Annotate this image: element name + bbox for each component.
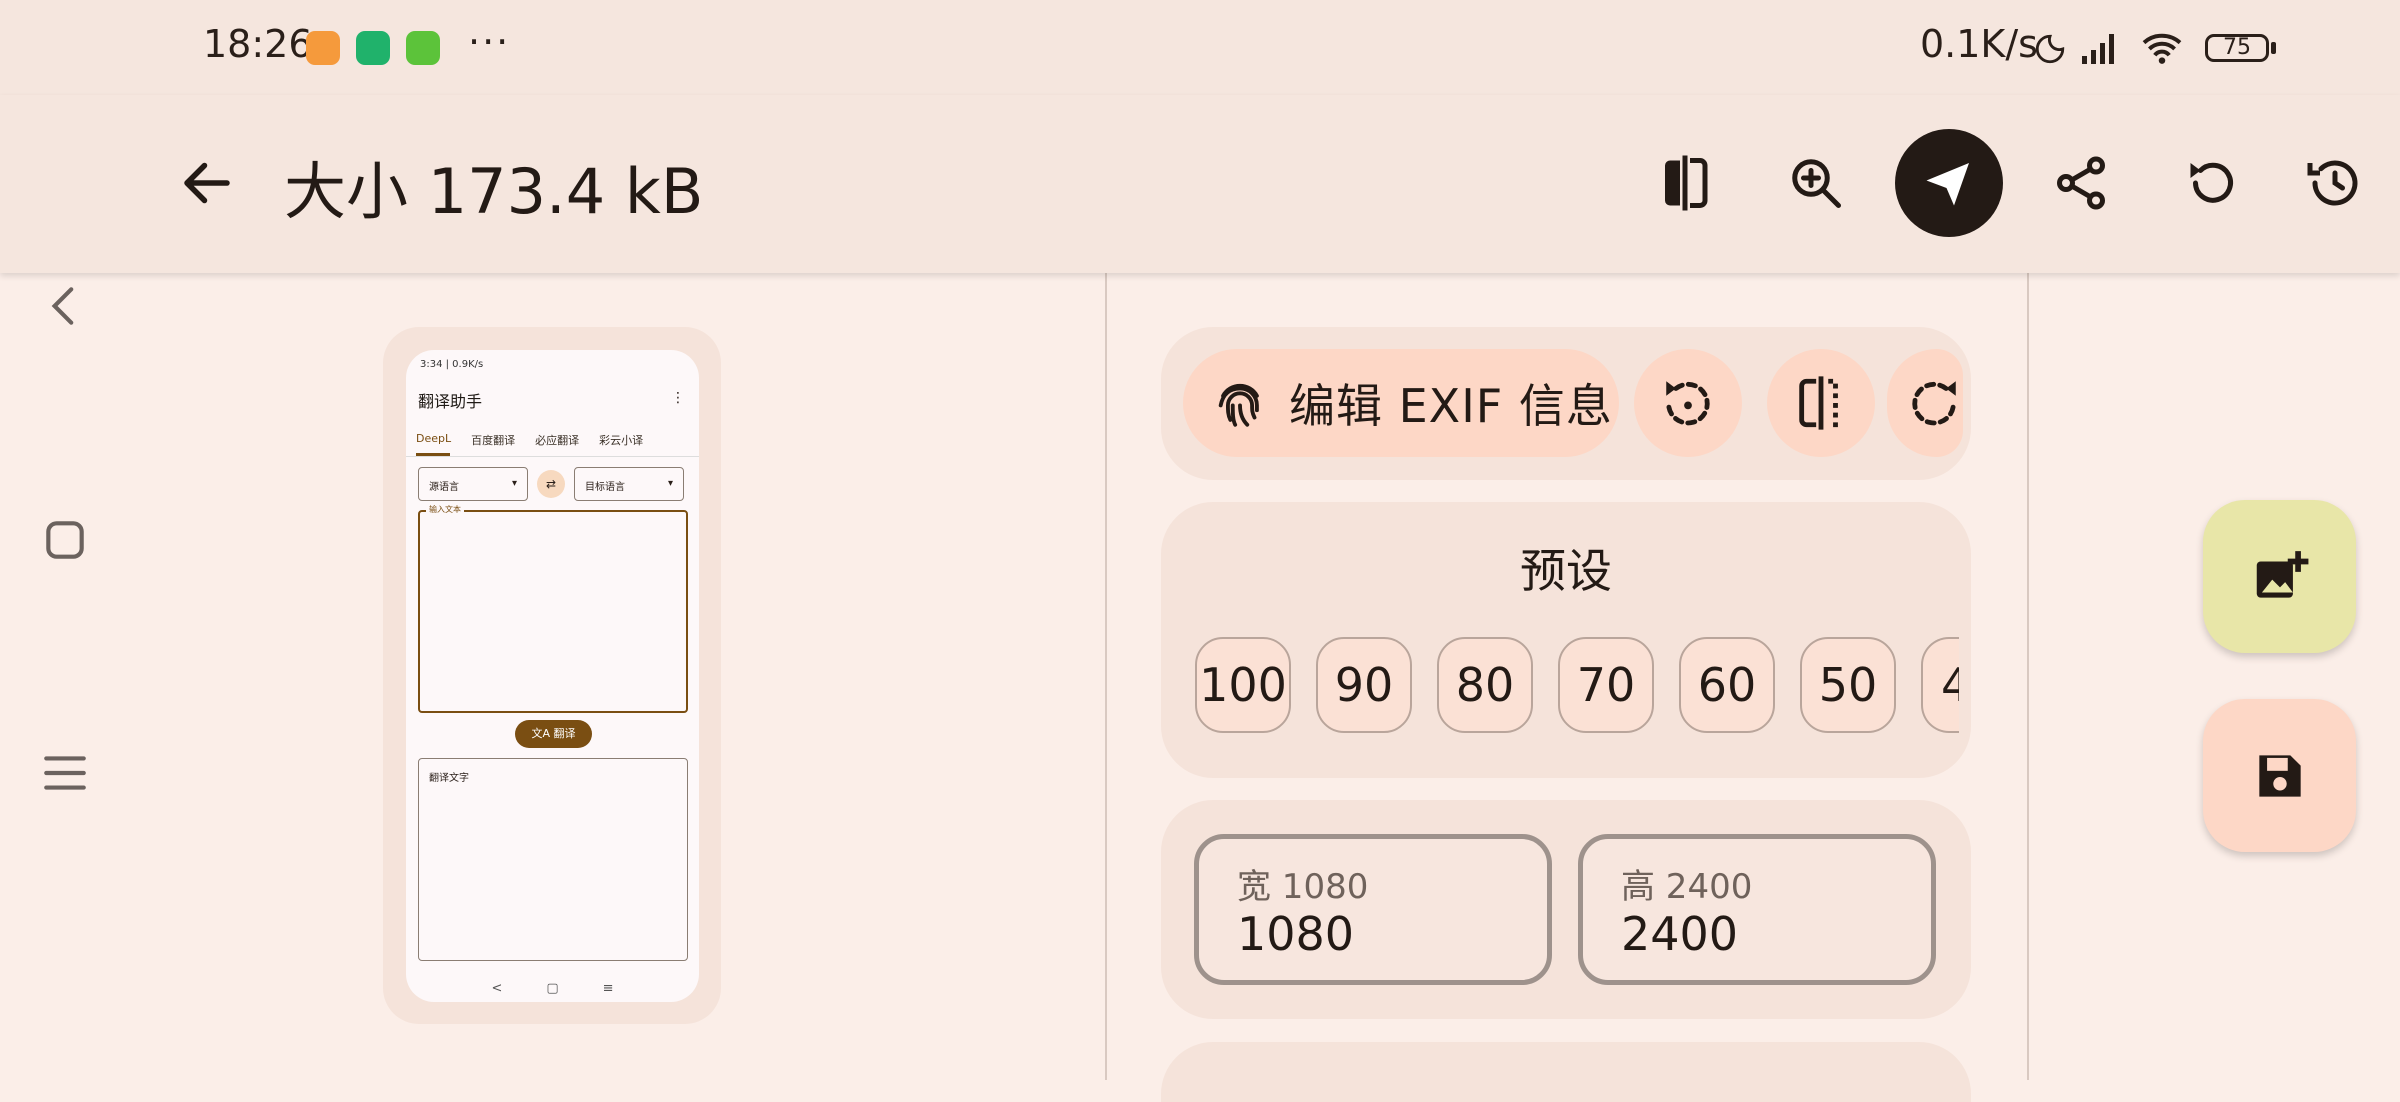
status-bar: 18:26 ··· 0.1K/s 75 — [0, 0, 2400, 95]
width-field[interactable]: 宽 1080 1080 — [1194, 834, 1552, 985]
preview-status: 3:34 | 0.9K/s — [420, 359, 484, 370]
preview-tab: 必应翻译 — [535, 434, 580, 447]
flip-icon — [1799, 376, 1838, 430]
app-notification-icon — [356, 31, 390, 65]
nav-home-button[interactable] — [40, 515, 90, 565]
save-icon — [2258, 754, 2301, 797]
reset-button[interactable] — [2177, 147, 2249, 219]
square-icon — [46, 521, 84, 559]
history-button[interactable] — [2299, 147, 2371, 219]
reset-icon — [2190, 162, 2233, 203]
preview-tabs: DeepL 百度翻译 必应翻译 彩云小译 — [416, 432, 643, 448]
back-button[interactable] — [177, 153, 237, 213]
preset-chip-100[interactable]: 100 — [1195, 637, 1291, 733]
height-value: 2400 — [1621, 907, 1739, 961]
arrow-back-icon — [184, 162, 230, 204]
nav-back-button[interactable] — [40, 281, 90, 331]
preview-tab: 彩云小译 — [599, 434, 644, 447]
add-image-fab[interactable] — [2203, 500, 2356, 653]
rotate-left-icon — [1666, 381, 1710, 426]
moon-icon — [2035, 34, 2065, 64]
more-vert-icon: ⋮ — [671, 390, 685, 406]
preview-input-label: 输入文本 — [426, 504, 464, 515]
battery-nub — [2271, 42, 2276, 54]
app-notification-icon — [406, 31, 440, 65]
swap-icon: ⇄ — [537, 470, 565, 498]
preview-target-select: 目标语言 ▾ — [574, 467, 684, 501]
divider — [406, 456, 699, 457]
preview-tab: 百度翻译 — [471, 434, 516, 447]
preset-chip-90[interactable]: 90 — [1316, 637, 1412, 733]
wifi-icon — [2142, 33, 2182, 64]
zoom-in-icon — [1792, 159, 1841, 208]
share-button[interactable] — [2045, 147, 2117, 219]
more-notifications-icon: ··· — [468, 20, 511, 64]
divider — [1105, 273, 1107, 1080]
app-notification-icon — [306, 31, 340, 65]
top-app-bar: 大小 173.4 kB — [0, 95, 2400, 273]
preview-translate-button: 文A 翻译 — [515, 720, 592, 748]
hd-signal-icon — [2082, 34, 2114, 64]
nav-recents-button[interactable] — [40, 748, 90, 798]
rotate-right-icon — [1912, 381, 1956, 426]
flip-button[interactable] — [1767, 349, 1875, 457]
edit-exif-button[interactable]: 编辑 EXIF 信息 — [1183, 349, 1619, 457]
preset-chip-partial[interactable]: 4 — [1921, 637, 1959, 733]
add-photo-icon — [2256, 550, 2308, 598]
preset-chip-70[interactable]: 70 — [1558, 637, 1654, 733]
width-value: 1080 — [1237, 907, 1355, 961]
send-icon — [1926, 163, 1969, 206]
compare-button[interactable] — [1649, 147, 1721, 219]
preset-chip-60[interactable]: 60 — [1679, 637, 1775, 733]
zoom-button[interactable] — [1780, 147, 1852, 219]
share-icon — [2057, 156, 2105, 210]
history-icon — [2307, 160, 2358, 206]
save-fab[interactable] — [2203, 699, 2356, 852]
menu-icon — [44, 756, 86, 790]
preview-tab: DeepL — [416, 432, 452, 445]
network-speed: 0.1K/s — [1920, 22, 2038, 66]
battery-icon: 75 — [2205, 34, 2269, 62]
preview-source-select: 源语言 ▾ — [418, 467, 528, 501]
page-title: 大小 173.4 kB — [284, 155, 704, 228]
preview-app-title: 翻译助手 — [418, 392, 483, 411]
preset-title: 预设 — [1520, 544, 1612, 598]
preview-nav: < ▢ ≡ — [491, 981, 614, 996]
status-time: 18:26 — [203, 22, 313, 66]
height-field[interactable]: 高 2400 2400 — [1578, 834, 1936, 985]
edit-exif-label: 编辑 EXIF 信息 — [1289, 379, 1613, 433]
rotate-left-button[interactable] — [1634, 349, 1742, 457]
send-button[interactable] — [1895, 129, 2003, 237]
image-preview[interactable]: 3:34 | 0.9K/s 翻译助手 ⋮ DeepL 百度翻译 必应翻译 彩云小… — [406, 350, 699, 1002]
width-label: 宽 1080 — [1237, 867, 1369, 907]
preview-output-box: 翻译文字 — [418, 758, 688, 961]
divider — [2027, 273, 2029, 1080]
next-card — [1161, 1042, 1971, 1102]
preset-chip-80[interactable]: 80 — [1437, 637, 1533, 733]
preset-chip-50[interactable]: 50 — [1800, 637, 1896, 733]
fingerprint-icon — [1218, 383, 1259, 427]
compare-icon — [1665, 155, 1708, 211]
preview-input-box — [418, 510, 688, 713]
height-label: 高 2400 — [1621, 867, 1753, 907]
chevron-left-icon — [51, 287, 74, 325]
